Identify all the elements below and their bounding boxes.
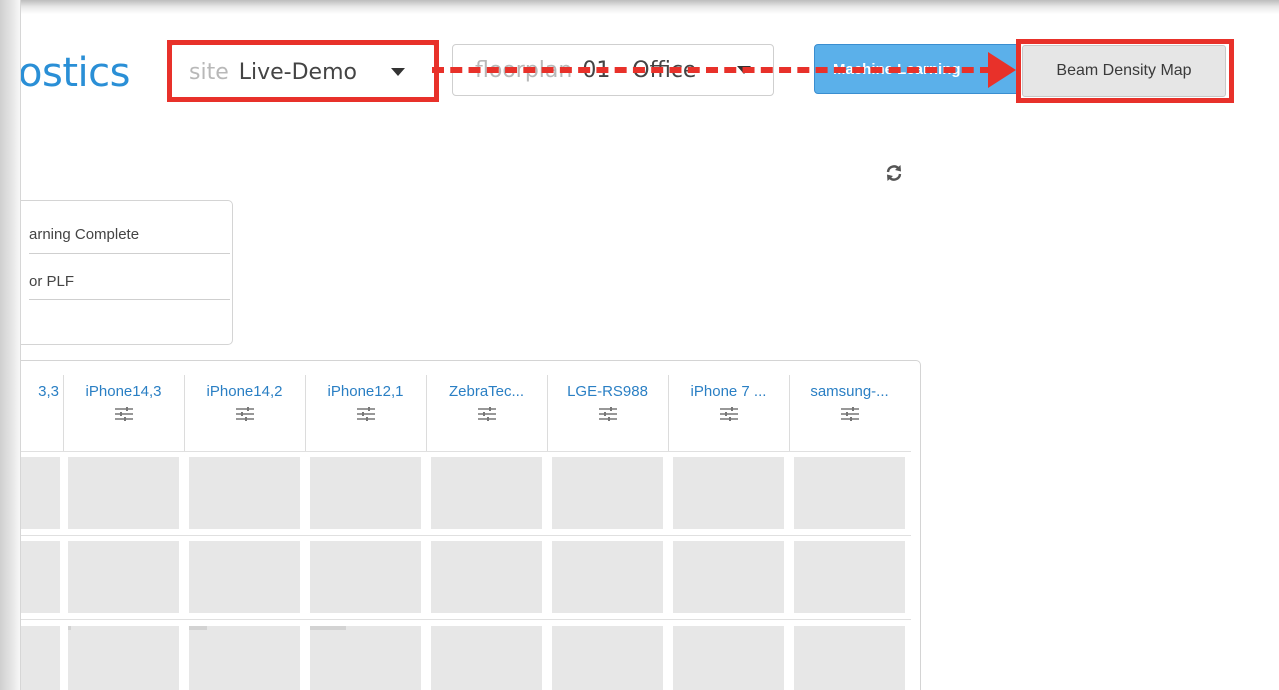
grid-cell[interactable]	[794, 541, 905, 613]
cell-progress-mark	[68, 626, 71, 630]
device-column-label[interactable]: iPhone14,2	[184, 383, 305, 400]
grid-cell[interactable]	[673, 541, 784, 613]
window-left-edge	[0, 0, 21, 690]
grid-cell[interactable]	[431, 457, 542, 529]
site-select[interactable]: site Live-Demo	[170, 44, 436, 100]
beam-density-map-button[interactable]: Beam Density Map	[1022, 45, 1226, 97]
grid-cell[interactable]	[794, 626, 905, 690]
device-column-header[interactable]: ZebraTec...	[426, 383, 547, 451]
grid-row-divider	[11, 619, 911, 620]
grid-cell[interactable]	[673, 626, 784, 690]
sliders-icon[interactable]	[114, 406, 134, 422]
sliders-icon[interactable]	[719, 406, 739, 422]
device-column-header[interactable]: samsung-...	[789, 383, 910, 451]
page-title: ostics	[18, 50, 130, 96]
device-column-header[interactable]: iPhone14,3	[63, 383, 184, 451]
grid-cell[interactable]	[552, 626, 663, 690]
grid-row-divider	[11, 535, 911, 536]
arrow-head-icon	[988, 52, 1016, 88]
grid-cell[interactable]	[310, 457, 421, 529]
device-column-header[interactable]: iPhone14,2	[184, 383, 305, 451]
status-row-plf: or PLF	[29, 273, 75, 290]
grid-cell[interactable]	[310, 541, 421, 613]
sliders-icon[interactable]	[356, 406, 376, 422]
device-column-label[interactable]: samsung-...	[789, 383, 910, 400]
caret-down-icon	[391, 68, 405, 76]
device-column-label[interactable]: iPhone12,1	[305, 383, 426, 400]
device-column-header[interactable]: iPhone 7 ...	[668, 383, 789, 451]
status-row-learning: arning Complete	[29, 226, 140, 243]
grid-cell[interactable]	[431, 541, 542, 613]
sliders-icon[interactable]	[598, 406, 618, 422]
site-select-value: Live-Demo	[238, 59, 357, 85]
grid-cell[interactable]	[189, 457, 300, 529]
sliders-icon[interactable]	[840, 406, 860, 422]
grid-cell[interactable]	[68, 541, 179, 613]
device-grid-panel: 3,3 iPhone14,3 iPhone14,2 iPhone12,1 Zeb…	[10, 360, 921, 690]
grid-cell[interactable]	[794, 457, 905, 529]
grid-cell[interactable]	[68, 457, 179, 529]
grid-cell[interactable]	[431, 626, 542, 690]
grid-header-divider	[11, 451, 911, 452]
grid-cell[interactable]	[68, 626, 179, 690]
device-column-header[interactable]: iPhone12,1	[305, 383, 426, 451]
dashed-arrow-line	[432, 67, 992, 73]
grid-cell[interactable]	[310, 626, 421, 690]
learning-status-panel: arning Complete or PLF	[10, 200, 233, 345]
device-column-label[interactable]: ZebraTec...	[426, 383, 547, 400]
grid-cell[interactable]	[673, 457, 784, 529]
grid-cell[interactable]	[189, 541, 300, 613]
grid-cell[interactable]	[189, 626, 300, 690]
sliders-icon[interactable]	[477, 406, 497, 422]
grid-cell[interactable]	[552, 457, 663, 529]
site-select-prefix: site	[189, 59, 229, 85]
device-column-label[interactable]: iPhone14,3	[63, 383, 184, 400]
device-column-label[interactable]: LGE-RS988	[547, 383, 668, 400]
window-top-edge	[0, 0, 1279, 14]
device-column-label[interactable]: iPhone 7 ...	[668, 383, 789, 400]
cell-progress-mark	[310, 626, 346, 630]
device-column-header[interactable]: LGE-RS988	[547, 383, 668, 451]
sliders-icon[interactable]	[235, 406, 255, 422]
cell-progress-mark	[189, 626, 207, 630]
status-divider	[29, 299, 230, 300]
refresh-icon[interactable]	[884, 163, 904, 183]
grid-cell[interactable]	[552, 541, 663, 613]
app-frame: ostics site Live-Demo floorplan 01 - Off…	[0, 0, 1279, 690]
status-divider	[29, 253, 230, 254]
